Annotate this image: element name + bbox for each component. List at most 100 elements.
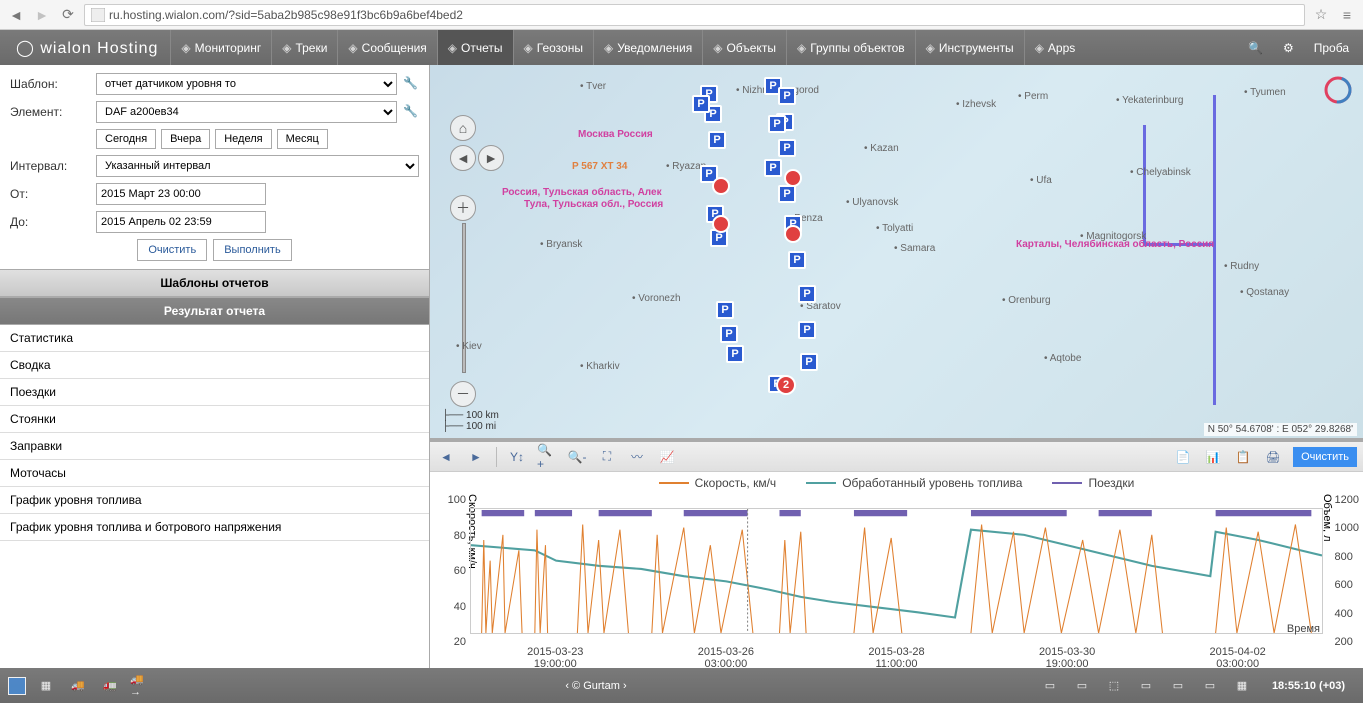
grid-icon[interactable]: ▦ bbox=[34, 676, 58, 696]
chart-body[interactable]: Скорость, км/ч Объем, л 10080604020 1200… bbox=[470, 494, 1323, 668]
sb-icon-6[interactable]: ▭ bbox=[1198, 676, 1222, 696]
star-icon[interactable]: ☆ bbox=[1311, 5, 1331, 25]
export-pdf-icon[interactable]: 📄 bbox=[1173, 447, 1193, 467]
parking-icon[interactable]: P bbox=[778, 139, 796, 157]
quick-1[interactable]: Вчера bbox=[161, 129, 210, 149]
result-item[interactable]: Стоянки bbox=[0, 406, 429, 433]
templates-header[interactable]: Шаблоны отчетов bbox=[0, 269, 429, 297]
result-item[interactable]: График уровня топлива и ботрового напряж… bbox=[0, 514, 429, 541]
panel-icon[interactable] bbox=[8, 677, 26, 695]
user-label[interactable]: Проба bbox=[1304, 30, 1359, 65]
clear-button[interactable]: Очистить bbox=[137, 239, 207, 261]
map-left-icon[interactable]: ◄ bbox=[450, 145, 476, 171]
nav-геозоны[interactable]: ◈ Геозоны bbox=[513, 30, 593, 65]
route-line bbox=[1143, 125, 1146, 245]
export-copy-icon[interactable]: 📋 bbox=[1233, 447, 1253, 467]
parking-icon[interactable]: P bbox=[764, 159, 782, 177]
parking-icon[interactable]: P bbox=[716, 301, 734, 319]
truck-icon[interactable]: 🚚 bbox=[66, 676, 90, 696]
map-home-icon[interactable]: ⌂ bbox=[450, 115, 476, 141]
result-item[interactable]: Поездки bbox=[0, 379, 429, 406]
to-input[interactable] bbox=[96, 211, 266, 233]
stop-icon[interactable] bbox=[712, 215, 730, 233]
parking-icon[interactable]: P bbox=[768, 115, 786, 133]
truck-arrow-icon[interactable]: 🚚→ bbox=[130, 676, 154, 696]
chart-config-icon[interactable]: 📈 bbox=[657, 447, 677, 467]
export-xls-icon[interactable]: 📊 bbox=[1203, 447, 1223, 467]
result-item[interactable]: Статистика bbox=[0, 325, 429, 352]
element-select[interactable]: DAF а200ев34 bbox=[96, 101, 397, 123]
vehicle-label: P 567 XT 34 bbox=[572, 161, 627, 172]
nav-уведомления[interactable]: ◈ Уведомления bbox=[593, 30, 702, 65]
parking-icon[interactable]: P bbox=[778, 87, 796, 105]
parking-icon[interactable]: P bbox=[692, 95, 710, 113]
result-header[interactable]: Результат отчета bbox=[0, 297, 429, 325]
nav-треки[interactable]: ◈ Треки bbox=[271, 30, 337, 65]
resize-grip[interactable] bbox=[426, 61, 1363, 67]
nav-сообщения[interactable]: ◈ Сообщения bbox=[337, 30, 436, 65]
result-item[interactable]: График уровня топлива bbox=[0, 487, 429, 514]
plot-area[interactable]: Время bbox=[470, 508, 1323, 634]
axis-y-icon[interactable]: Y↕ bbox=[507, 447, 527, 467]
quick-0[interactable]: Сегодня bbox=[96, 129, 156, 149]
nav-мониторинг[interactable]: ◈ Мониторинг bbox=[170, 30, 271, 65]
chart-clear-button[interactable]: Очистить bbox=[1293, 447, 1357, 467]
sb-icon-2[interactable]: ▭ bbox=[1070, 676, 1094, 696]
result-item[interactable]: Моточасы bbox=[0, 460, 429, 487]
template-select[interactable]: отчет датчиком уровня то bbox=[96, 73, 397, 95]
next-icon[interactable]: ► bbox=[466, 447, 486, 467]
settings-icon[interactable]: ⚙ bbox=[1273, 30, 1304, 65]
sb-icon-4[interactable]: ▭ bbox=[1134, 676, 1158, 696]
menu-icon[interactable]: ≡ bbox=[1337, 5, 1357, 25]
back-icon[interactable]: ◄ bbox=[6, 5, 26, 25]
wrench-icon[interactable]: 🔧 bbox=[403, 104, 419, 120]
truck-name-icon[interactable]: 🚛 bbox=[98, 676, 122, 696]
zoom-in-icon[interactable]: 🔍+ bbox=[537, 447, 557, 467]
zoom-out-icon[interactable]: － bbox=[450, 381, 476, 407]
parking-icon[interactable]: P bbox=[726, 345, 744, 363]
result-item[interactable]: Заправки bbox=[0, 433, 429, 460]
prev-icon[interactable]: ◄ bbox=[436, 447, 456, 467]
parking-icon[interactable]: P bbox=[800, 353, 818, 371]
nav-объекты[interactable]: ◈ Объекты bbox=[702, 30, 786, 65]
cluster-badge[interactable]: 2 bbox=[776, 375, 796, 395]
parking-icon[interactable]: P bbox=[798, 321, 816, 339]
parking-icon[interactable]: P bbox=[720, 325, 738, 343]
nav-apps[interactable]: ◈ Apps bbox=[1024, 30, 1086, 65]
zoom-out-icon[interactable]: 🔍- bbox=[567, 447, 587, 467]
sb-icon-5[interactable]: ▭ bbox=[1166, 676, 1190, 696]
sb-icon-1[interactable]: ▭ bbox=[1038, 676, 1062, 696]
quick-3[interactable]: Месяц bbox=[277, 129, 328, 149]
smooth-icon[interactable]: 〰 bbox=[627, 447, 647, 467]
sb-icon-7[interactable]: ▦ bbox=[1230, 676, 1254, 696]
wrench-icon[interactable]: 🔧 bbox=[403, 76, 419, 92]
parking-icon[interactable]: P bbox=[778, 185, 796, 203]
result-item[interactable]: Сводка bbox=[0, 352, 429, 379]
stop-icon[interactable] bbox=[784, 225, 802, 243]
map-right-icon[interactable]: ► bbox=[478, 145, 504, 171]
stop-icon[interactable] bbox=[712, 177, 730, 195]
from-input[interactable] bbox=[96, 183, 266, 205]
nav-отчеты[interactable]: ◈ Отчеты bbox=[437, 30, 513, 65]
nav-группы объектов[interactable]: ◈ Группы объектов bbox=[786, 30, 915, 65]
reload-icon[interactable]: ⟳ bbox=[58, 5, 78, 25]
url-input[interactable]: ru.hosting.wialon.com/?sid=5aba2b985c98e… bbox=[84, 4, 1305, 26]
search-icon[interactable]: 🔍 bbox=[1238, 30, 1273, 65]
parking-icon[interactable]: P bbox=[708, 131, 726, 149]
zoom-fit-icon[interactable]: ⛶ bbox=[597, 447, 617, 467]
quick-2[interactable]: Неделя bbox=[215, 129, 271, 149]
stop-icon[interactable] bbox=[784, 169, 802, 187]
nav-инструменты[interactable]: ◈ Инструменты bbox=[915, 30, 1024, 65]
city-label: • Rudny bbox=[1224, 261, 1259, 272]
zoom-in-icon[interactable]: ＋ bbox=[450, 195, 476, 221]
chart-panel: ◄ ► Y↕ 🔍+ 🔍- ⛶ 〰 📈 📄 📊 📋 🖨 Очистить Скор… bbox=[430, 438, 1363, 668]
sb-icon-3[interactable]: ⬚ bbox=[1102, 676, 1126, 696]
parking-icon[interactable]: P bbox=[788, 251, 806, 269]
parking-icon[interactable]: P bbox=[798, 285, 816, 303]
print-icon[interactable]: 🖨 bbox=[1263, 447, 1283, 467]
execute-button[interactable]: Выполнить bbox=[213, 239, 291, 261]
interval-select[interactable]: Указанный интервал bbox=[96, 155, 419, 177]
city-label: • Tver bbox=[580, 81, 606, 92]
map[interactable]: ⌂ ◄ ► ＋ － • Tver• Nizhny Novgorod• Kazan… bbox=[430, 65, 1363, 438]
forward-icon[interactable]: ► bbox=[32, 5, 52, 25]
